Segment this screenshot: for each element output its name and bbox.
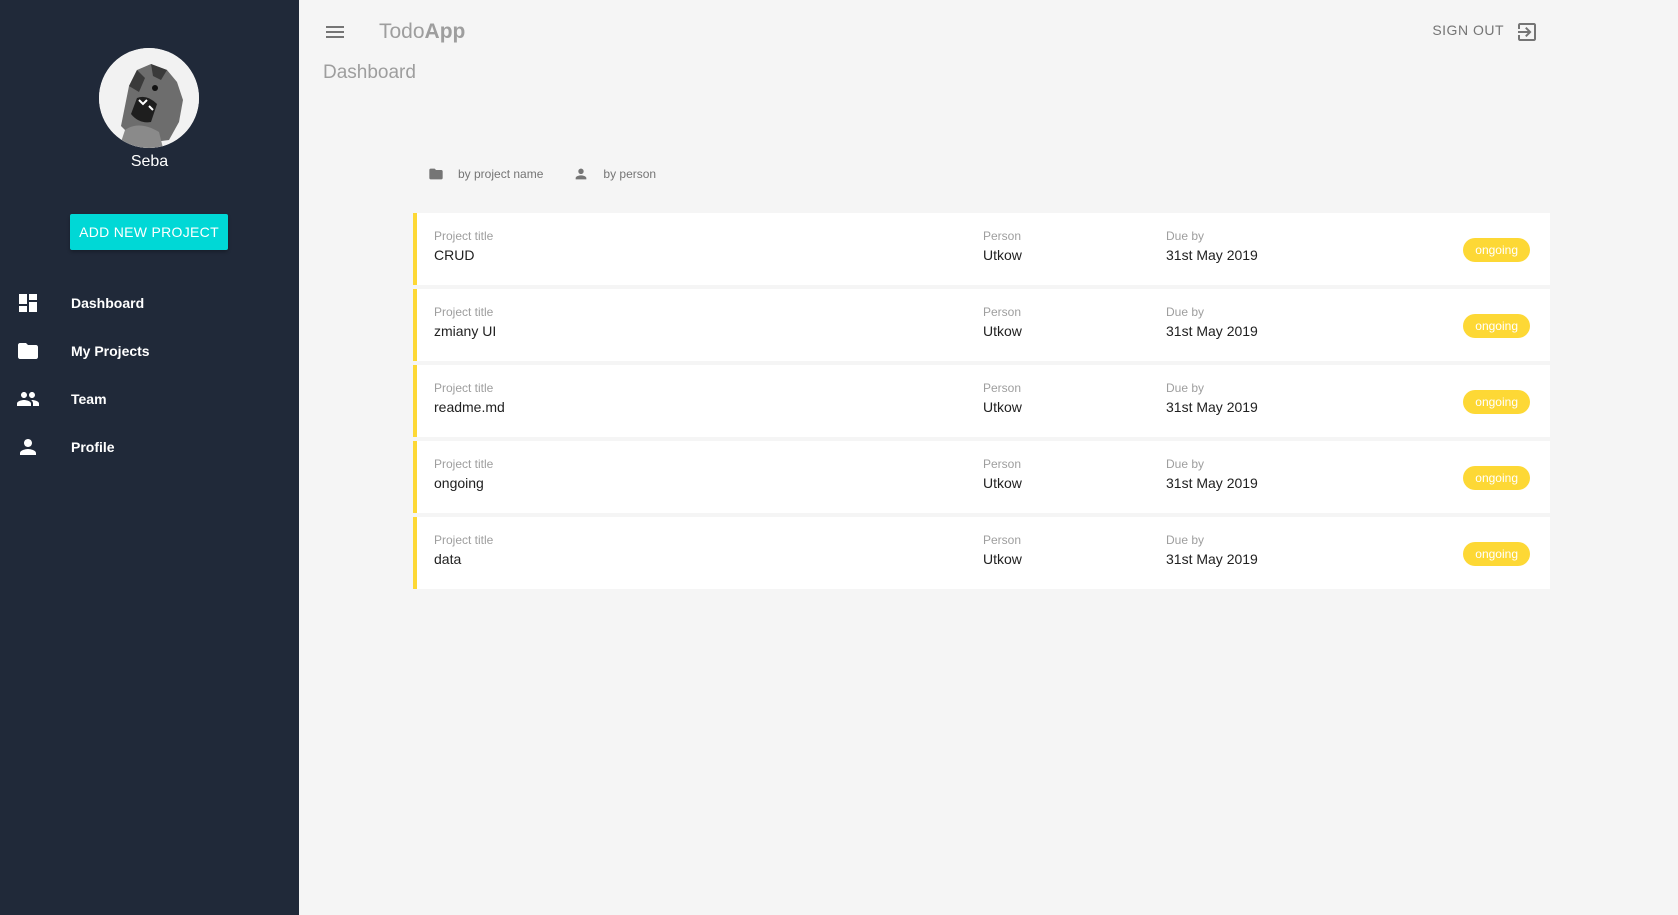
project-title: CRUD: [434, 247, 475, 263]
project-person-field: Person Utkow: [983, 229, 1022, 263]
project-due-field: Due by 31st May 2019: [1166, 457, 1258, 491]
brand-part-todo: Todo: [379, 20, 425, 43]
project-title: data: [434, 551, 462, 567]
person-label: Person: [983, 381, 1022, 395]
folder-icon: [16, 339, 40, 363]
project-due-date: 31st May 2019: [1166, 475, 1258, 491]
folder-icon: [429, 168, 443, 180]
project-person: Utkow: [983, 323, 1022, 339]
person-icon: [576, 168, 587, 180]
sort-by-project-label: by project name: [458, 167, 544, 181]
dashboard-icon: [16, 291, 40, 315]
project-person: Utkow: [983, 399, 1022, 415]
project-due-date: 31st May 2019: [1166, 399, 1258, 415]
user-name: Seba: [130, 153, 169, 170]
project-title-field: Project title data: [434, 533, 493, 567]
sort-by-project-button[interactable]: by project name: [428, 166, 543, 182]
project-title-label: Project title: [434, 533, 494, 547]
sidebar: Seba ADD NEW PROJECT Dashboard My Projec…: [0, 0, 299, 915]
sign-out-button[interactable]: SIGN OUT: [1432, 22, 1504, 38]
sort-bar: by project name by person: [428, 166, 686, 182]
status-badge[interactable]: ongoing: [1463, 542, 1530, 566]
status-badge[interactable]: ongoing: [1463, 466, 1530, 490]
app-root: Seba ADD NEW PROJECT Dashboard My Projec…: [0, 0, 1678, 915]
sidebar-item-dashboard[interactable]: Dashboard: [0, 279, 299, 327]
status-badge[interactable]: ongoing: [1463, 238, 1530, 262]
avatar[interactable]: [99, 48, 199, 148]
sidebar-item-label: Dashboard: [71, 295, 145, 311]
project-row[interactable]: Project title CRUD Person Utkow Due by 3…: [413, 213, 1550, 285]
project-title-label: Project title: [434, 229, 494, 243]
sidebar-item-profile[interactable]: Profile: [0, 423, 299, 471]
app-brand: TodoApp: [379, 20, 465, 44]
sidebar-item-label: My Projects: [71, 343, 150, 359]
sidebar-item-label: Team: [71, 391, 107, 407]
status-badge[interactable]: ongoing: [1463, 314, 1530, 338]
project-person-field: Person Utkow: [983, 381, 1022, 415]
project-person: Utkow: [983, 247, 1022, 263]
project-due-field: Due by 31st May 2019: [1166, 533, 1258, 567]
due-label: Due by: [1166, 533, 1205, 547]
project-person-field: Person Utkow: [983, 305, 1022, 339]
project-row[interactable]: Project title zmiany UI Person Utkow Due…: [413, 289, 1550, 361]
project-due-date: 31st May 2019: [1166, 551, 1258, 567]
due-label: Due by: [1166, 457, 1205, 471]
project-title: readme.md: [434, 399, 505, 415]
project-person-field: Person Utkow: [983, 533, 1022, 567]
project-title-field: Project title readme.md: [434, 381, 505, 415]
project-list: Project title CRUD Person Utkow Due by 3…: [413, 213, 1550, 593]
project-title-field: Project title ongoing: [434, 457, 493, 491]
add-new-project-button[interactable]: ADD NEW PROJECT: [70, 214, 228, 250]
person-label: Person: [983, 229, 1022, 243]
due-label: Due by: [1166, 305, 1205, 319]
sidebar-nav: Dashboard My Projects Team Profile: [0, 279, 299, 471]
person-label: Person: [983, 457, 1022, 471]
person-label: Person: [983, 533, 1022, 547]
brand-part-app: App: [424, 20, 466, 43]
project-due-date: 31st May 2019: [1166, 323, 1258, 339]
project-person-field: Person Utkow: [983, 457, 1022, 491]
project-title-label: Project title: [434, 305, 494, 319]
sidebar-item-team[interactable]: Team: [0, 375, 299, 423]
person-icon: [16, 435, 40, 459]
people-icon: [16, 387, 40, 411]
exit-icon[interactable]: [1515, 20, 1539, 44]
project-title: ongoing: [434, 475, 484, 491]
status-badge[interactable]: ongoing: [1463, 390, 1530, 414]
page-title: Dashboard: [323, 62, 416, 83]
project-title-field: Project title zmiany UI: [434, 305, 496, 339]
due-label: Due by: [1166, 229, 1205, 243]
project-title-label: Project title: [434, 457, 494, 471]
project-title-label: Project title: [434, 381, 494, 395]
project-row[interactable]: Project title readme.md Person Utkow Due…: [413, 365, 1550, 437]
sort-by-person-button[interactable]: by person: [573, 166, 656, 182]
due-label: Due by: [1166, 381, 1205, 395]
project-due-field: Due by 31st May 2019: [1166, 305, 1258, 339]
project-title: zmiany UI: [434, 323, 497, 339]
project-due-date: 31st May 2019: [1166, 247, 1258, 263]
project-due-field: Due by 31st May 2019: [1166, 229, 1258, 263]
menu-icon[interactable]: [323, 20, 347, 44]
project-title-field: Project title CRUD: [434, 229, 493, 263]
sort-by-person-label: by person: [603, 167, 657, 181]
avatar-bear-image: [99, 48, 199, 148]
project-person: Utkow: [983, 551, 1022, 567]
sidebar-item-my-projects[interactable]: My Projects: [0, 327, 299, 375]
project-row[interactable]: Project title data Person Utkow Due by 3…: [413, 517, 1550, 589]
project-row[interactable]: Project title ongoing Person Utkow Due b…: [413, 441, 1550, 513]
project-due-field: Due by 31st May 2019: [1166, 381, 1258, 415]
person-label: Person: [983, 305, 1022, 319]
sidebar-item-label: Profile: [71, 439, 115, 455]
project-person: Utkow: [983, 475, 1022, 491]
